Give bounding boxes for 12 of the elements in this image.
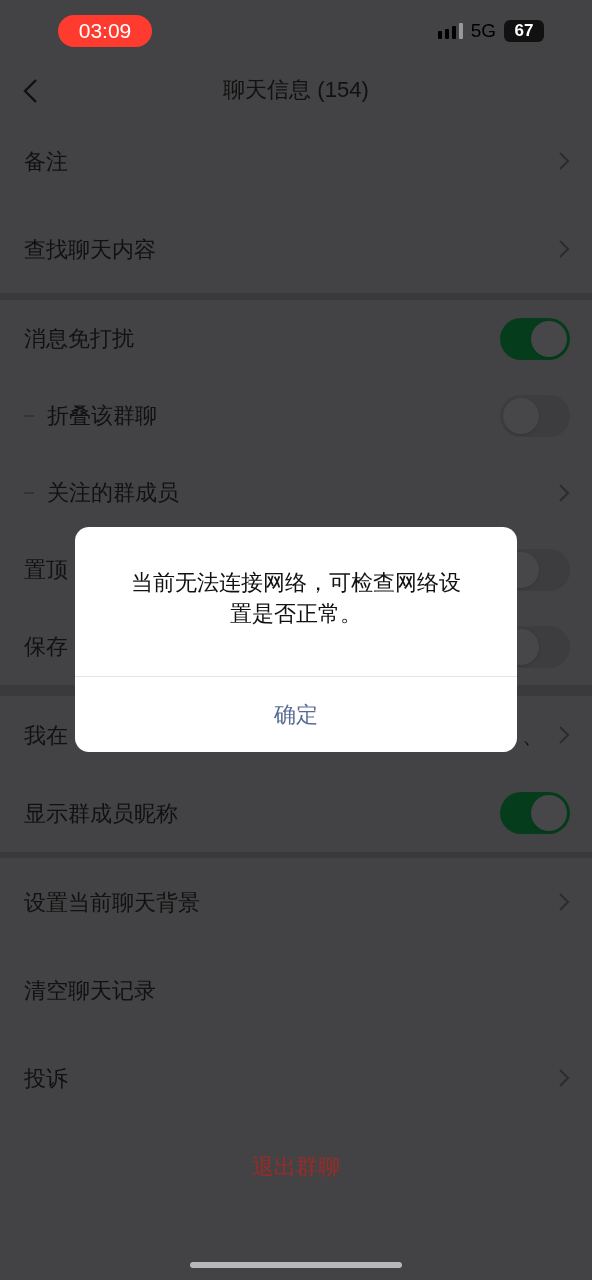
home-indicator[interactable] <box>190 1262 402 1268</box>
row-value: 、 <box>522 721 544 750</box>
toggle-switch[interactable] <box>500 317 570 360</box>
network-label: 5G <box>470 18 496 43</box>
battery-icon: 67 <box>504 20 544 42</box>
recording-time: 03:09 <box>58 15 152 47</box>
dialog-message: 当前无法连接网络，可检查网络设置是否正常。 <box>130 569 462 628</box>
leave-group-button[interactable]: 退出群聊 <box>252 1149 340 1183</box>
back-icon[interactable] <box>22 78 38 104</box>
toggle-switch[interactable] <box>500 792 570 834</box>
confirm-button[interactable]: 确定 <box>258 690 334 739</box>
signal-icon <box>437 23 463 39</box>
